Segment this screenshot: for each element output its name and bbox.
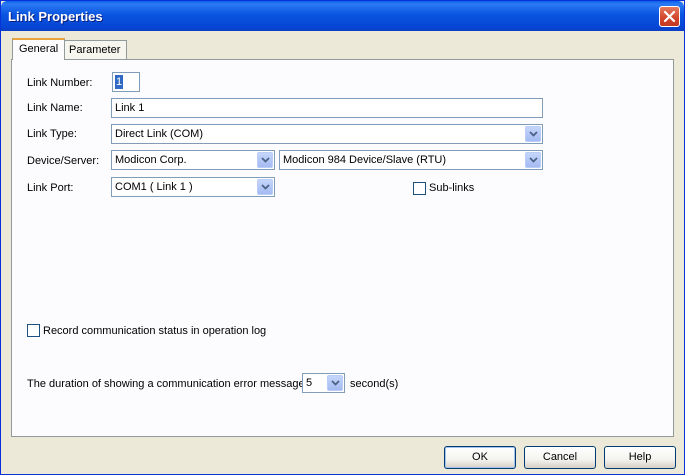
help-button-label: Help: [628, 451, 652, 463]
device-vendor-select[interactable]: Modicon Corp.: [111, 150, 275, 170]
close-button[interactable]: [659, 6, 680, 27]
link-type-dropdown-button[interactable]: [525, 126, 541, 142]
link-type-label: Link Type:: [27, 128, 77, 140]
sub-links-checkbox[interactable]: [413, 182, 426, 195]
link-port-dropdown-button[interactable]: [257, 179, 273, 195]
help-button[interactable]: Help: [604, 446, 676, 469]
link-port-label: Link Port:: [27, 182, 74, 194]
sub-links-label: Sub-links: [429, 182, 475, 194]
link-properties-dialog: Link Properties General Parameter Link N…: [0, 0, 685, 475]
record-status-checkbox[interactable]: [27, 324, 40, 337]
chevron-down-icon: [261, 157, 270, 163]
link-port-value: COM1 ( Link 1 ): [115, 181, 193, 193]
ok-button-label: OK: [472, 451, 488, 463]
cancel-button[interactable]: Cancel: [524, 446, 596, 469]
link-number-label: Link Number:: [27, 77, 93, 89]
link-name-label: Link Name:: [27, 102, 83, 114]
duration-unit: second(s): [350, 378, 399, 390]
device-vendor-value: Modicon Corp.: [115, 154, 187, 166]
ok-button[interactable]: OK: [444, 446, 516, 469]
chevron-down-icon: [261, 184, 270, 190]
link-type-select[interactable]: Direct Link (COM): [111, 124, 543, 144]
duration-label: The duration of showing a communication …: [27, 378, 308, 390]
record-status-label: Record communication status in operation…: [43, 325, 267, 337]
chevron-down-icon: [331, 380, 340, 386]
link-port-select[interactable]: COM1 ( Link 1 ): [111, 177, 275, 197]
link-name-input[interactable]: Link 1: [111, 98, 543, 118]
device-model-select[interactable]: Modicon 984 Device/Slave (RTU): [279, 150, 543, 170]
tab-parameter[interactable]: Parameter: [62, 40, 128, 60]
chevron-down-icon: [529, 157, 538, 163]
device-model-value: Modicon 984 Device/Slave (RTU): [283, 154, 447, 166]
duration-select[interactable]: 5: [302, 373, 345, 393]
device-vendor-dropdown-button[interactable]: [257, 152, 273, 168]
device-model-dropdown-button[interactable]: [525, 152, 541, 168]
title-bar[interactable]: Link Properties: [1, 1, 684, 31]
duration-value: 5: [306, 377, 313, 389]
link-number-input[interactable]: 1: [112, 72, 140, 92]
close-icon: [663, 10, 676, 23]
tab-general-label: General: [19, 43, 59, 55]
window-title: Link Properties: [8, 9, 103, 24]
link-name-value: Link 1: [115, 102, 145, 114]
duration-dropdown-button[interactable]: [327, 375, 343, 391]
link-type-value: Direct Link (COM): [115, 128, 204, 140]
chevron-down-icon: [529, 131, 538, 137]
device-server-label: Device/Server:: [27, 155, 100, 167]
link-number-value: 1: [115, 75, 124, 89]
cancel-button-label: Cancel: [542, 451, 578, 463]
tab-parameter-label: Parameter: [69, 44, 121, 56]
tab-general[interactable]: General: [12, 38, 66, 60]
